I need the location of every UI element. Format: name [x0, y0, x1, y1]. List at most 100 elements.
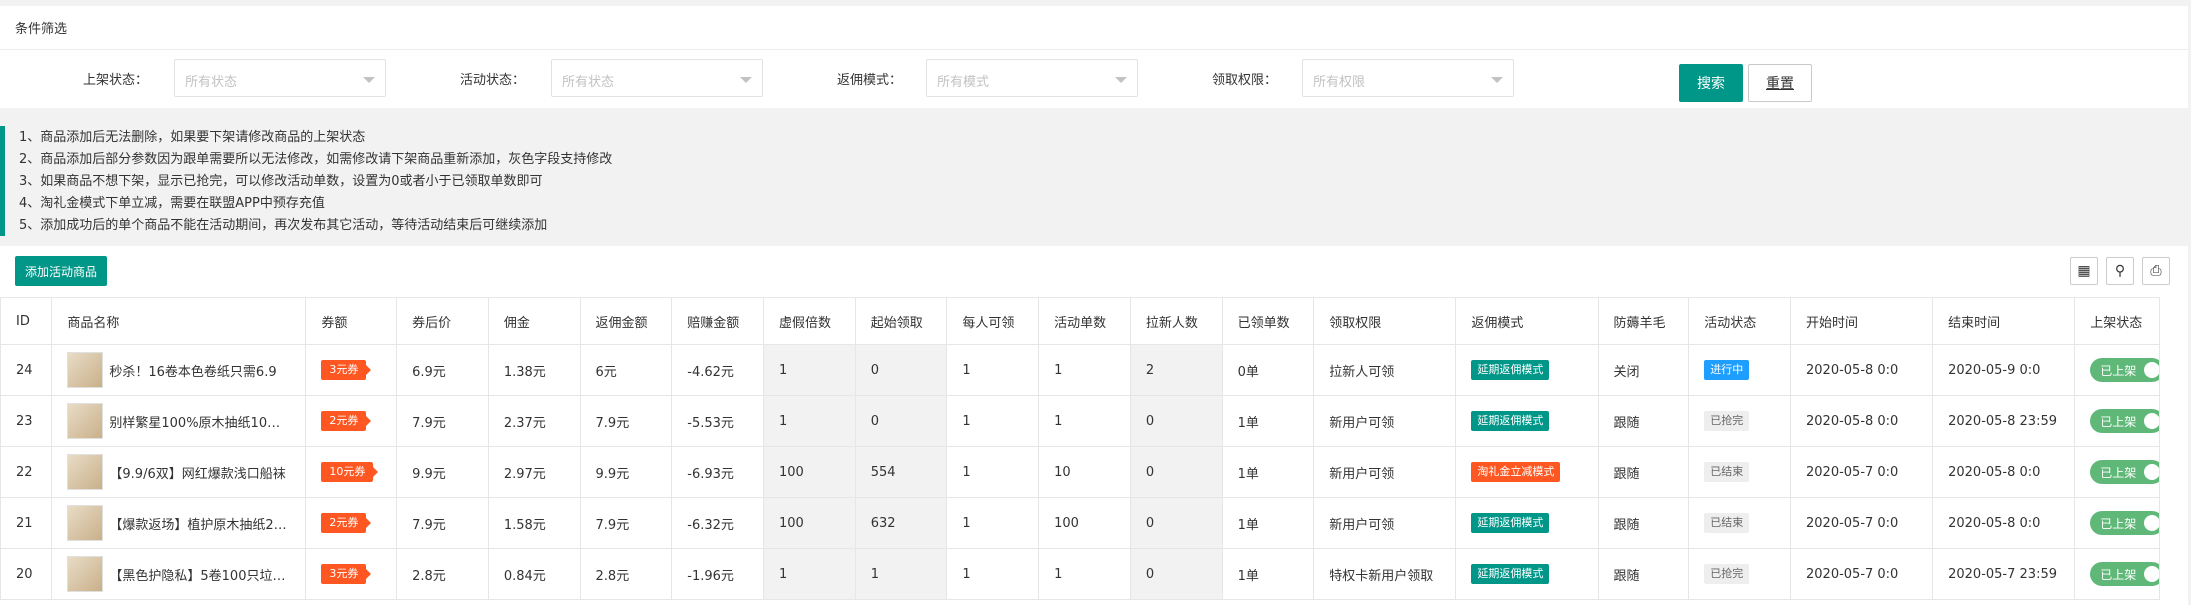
product-thumbnail[interactable]	[67, 454, 104, 490]
column-header: 结束时间	[1932, 297, 2076, 345]
product-thumbnail[interactable]	[67, 403, 104, 439]
cell-start: 554	[854, 446, 948, 498]
product-name[interactable]: 【爆款返场】植护原木抽纸24包	[109, 514, 287, 533]
cell-mode: 延期返佣模式	[1455, 395, 1599, 447]
cell-perm: 新用户可领	[1313, 497, 1457, 549]
column-header: 防薅羊毛	[1597, 297, 1690, 345]
cell-count: 10	[1038, 446, 1131, 498]
cell-rebate: 6元	[579, 344, 673, 396]
claim-permission-label: 领取权限：	[1211, 73, 1277, 88]
print-button[interactable]: ⎙	[2142, 257, 2170, 285]
column-header: 拉新人数	[1129, 297, 1223, 345]
cell-profit: -1.96元	[671, 548, 764, 600]
cell-price: 9.9元	[396, 446, 489, 498]
cell-name: 【9.9/6双】网红爆款浅口船袜	[51, 446, 307, 498]
cell-profit: -5.53元	[671, 395, 764, 447]
cell-per: 1	[946, 548, 1040, 600]
rebate-mode-badge: 延期返佣模式	[1471, 513, 1550, 533]
cell-start: 1	[854, 548, 948, 600]
cell-shelf: 已上架	[2074, 395, 2160, 447]
column-header: 活动单数	[1038, 297, 1131, 345]
notice-line: 3、如果商品不想下架，显示已抢完，可以修改活动单数，设置为0或者小于已领取单数即…	[19, 174, 543, 189]
shelf-status-toggle[interactable]: 已上架	[2090, 460, 2159, 484]
cell-mode: 延期返佣模式	[1455, 497, 1599, 549]
cell-start-time: 2020-05-8 0:0	[1789, 395, 1934, 447]
chevron-down-icon	[1115, 77, 1127, 83]
column-header: 商品名称	[51, 297, 307, 345]
cell-start: 632	[854, 497, 948, 549]
column-header: 活动状态	[1688, 297, 1791, 345]
cell-name: 别样繁星100%原木抽纸10提装	[51, 395, 307, 447]
cell-fake: 1	[762, 395, 856, 447]
cell-invite: 0	[1129, 395, 1223, 447]
cell-count: 100	[1038, 497, 1131, 549]
table-header-row: ID 商品名称 券额 券后价 佣金 返佣金额 赔赚金额 虚假倍数 起始领取 每人…	[0, 297, 2160, 345]
product-thumbnail[interactable]	[67, 352, 104, 388]
cell-count: 1	[1038, 344, 1131, 396]
toggle-knob	[2144, 362, 2159, 378]
rebate-mode-select[interactable]: 所有模式	[926, 59, 1138, 97]
cell-guard: 关闭	[1597, 344, 1690, 396]
search-button[interactable]: 搜索	[1679, 64, 1743, 102]
toggle-label: 已上架	[2100, 466, 2137, 480]
cell-perm: 新用户可领	[1313, 446, 1457, 498]
cell-mode: 延期返佣模式	[1455, 344, 1599, 396]
columns-filter-button[interactable]: ▦	[2070, 257, 2098, 285]
cell-start-time: 2020-05-8 0:0	[1789, 344, 1934, 396]
product-name[interactable]: 【9.9/6双】网红爆款浅口船袜	[109, 463, 285, 482]
filter-title: 条件筛选	[15, 22, 68, 37]
cell-end-time: 2020-05-8 23:59	[1932, 395, 2076, 447]
cell-fake: 1	[762, 548, 856, 600]
cell-commission: 2.97元	[487, 446, 581, 498]
product-name[interactable]: 别样繁星100%原木抽纸10提装	[109, 412, 287, 431]
divider	[0, 49, 2188, 50]
cell-claimed: 1单	[1221, 548, 1315, 600]
cell-per: 1	[946, 344, 1040, 396]
cell-price: 6.9元	[396, 344, 489, 396]
product-name[interactable]: 【黑色护隐私】5卷100只垃圾袋	[109, 565, 287, 584]
cell-perm: 新用户可领	[1313, 395, 1457, 447]
cell-id: 23	[0, 395, 53, 447]
cell-perm: 拉新人可领	[1313, 344, 1457, 396]
cell-commission: 0.84元	[487, 548, 581, 600]
cell-coupon: 2元券	[305, 395, 398, 447]
shelf-status-toggle[interactable]: 已上架	[2090, 358, 2159, 382]
activity-status-select[interactable]: 所有状态	[551, 59, 763, 97]
cell-price: 7.9元	[396, 395, 489, 447]
claim-permission-select[interactable]: 所有权限	[1302, 59, 1514, 97]
table-panel: 添加活动商品 ▦ ⚲ ⎙ ID 商品名称 券额 券后价 佣金 返佣金额 赔赚金额…	[0, 246, 2188, 605]
product-thumbnail[interactable]	[67, 556, 104, 592]
cell-fake: 100	[762, 497, 856, 549]
shelf-status-toggle[interactable]: 已上架	[2090, 409, 2159, 433]
shelf-status-toggle[interactable]: 已上架	[2090, 562, 2159, 586]
select-placeholder: 所有状态	[185, 75, 238, 90]
rebate-mode-badge: 淘礼金立减模式	[1471, 462, 1561, 482]
rebate-mode-badge: 延期返佣模式	[1471, 360, 1550, 380]
cell-count: 1	[1038, 548, 1131, 600]
chevron-down-icon	[1491, 77, 1503, 83]
column-header: 返佣金额	[579, 297, 673, 345]
product-table: ID 商品名称 券额 券后价 佣金 返佣金额 赔赚金额 虚假倍数 起始领取 每人…	[0, 297, 2160, 600]
shelf-status-label: 上架状态：	[82, 73, 148, 88]
reset-button[interactable]: 重置	[1748, 64, 1812, 102]
toggle-label: 已上架	[2100, 364, 2137, 378]
cell-guard: 跟随	[1597, 548, 1690, 600]
cell-count: 1	[1038, 395, 1131, 447]
cell-status: 已抢完	[1688, 548, 1791, 600]
toggle-knob	[2144, 515, 2159, 531]
cell-shelf: 已上架	[2074, 497, 2160, 549]
product-thumbnail[interactable]	[67, 505, 104, 541]
filter-panel: 条件筛选 上架状态： 所有状态 活动状态： 所有状态 返佣模式： 所有模式 领取…	[0, 6, 2188, 108]
coupon-badge: 3元券	[321, 360, 372, 380]
select-placeholder: 所有模式	[937, 75, 990, 90]
product-name[interactable]: 秒杀！16卷本色卷纸只需6.9	[109, 361, 276, 380]
cell-id: 21	[0, 497, 53, 549]
cell-fake: 1	[762, 344, 856, 396]
print-icon: ⎙	[2150, 263, 2162, 279]
shelf-status-select[interactable]: 所有状态	[174, 59, 386, 97]
shelf-status-toggle[interactable]: 已上架	[2090, 511, 2159, 535]
add-activity-product-button[interactable]: 添加活动商品	[15, 256, 107, 286]
search-table-button[interactable]: ⚲	[2106, 257, 2134, 285]
cell-commission: 1.58元	[487, 497, 581, 549]
cell-rebate: 2.8元	[579, 548, 673, 600]
